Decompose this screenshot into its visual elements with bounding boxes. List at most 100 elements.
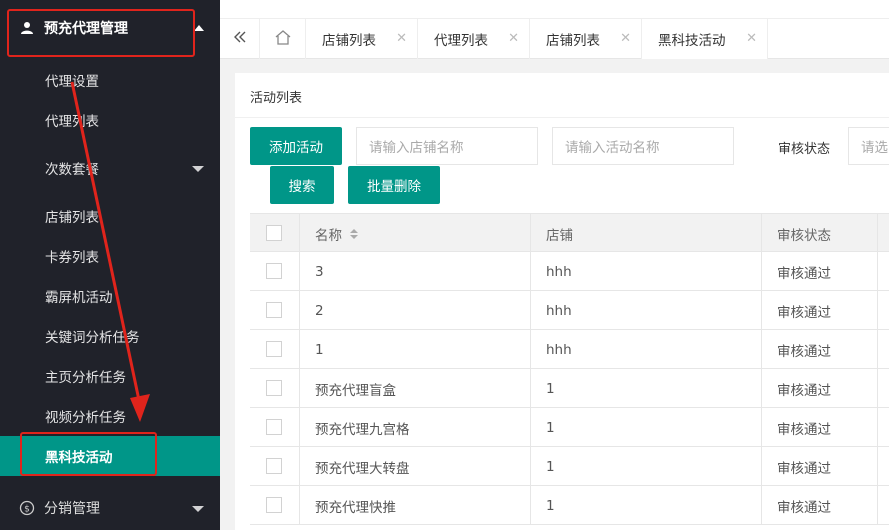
sidebar-item-label: 霸屏机活动 [45, 290, 113, 306]
tab-label: 代理列表 [434, 33, 488, 49]
tab-bar: 店铺列表 ✕ 代理列表 ✕ 店铺列表 ✕ 黑科技活动 ✕ [220, 18, 889, 59]
double-chevron-left-icon [233, 30, 247, 48]
sidebar-item-label: 次数套餐 [45, 162, 99, 178]
header-status: 审核状态 [777, 227, 831, 244]
sidebar-item-count-package[interactable]: 次数套餐 [0, 148, 220, 188]
row-select-cell [250, 291, 300, 330]
svg-text:$: $ [24, 505, 30, 515]
shop-name-input[interactable]: 请输入店铺名称 [356, 127, 538, 165]
table-row[interactable]: 预充代理快推 1 审核通过 [250, 486, 889, 525]
select-all-checkbox[interactable] [266, 225, 282, 241]
sidebar-item-agent-list[interactable]: 代理列表 [0, 100, 220, 140]
close-icon[interactable]: ✕ [620, 31, 631, 46]
header-shop: 店铺 [546, 227, 573, 244]
row-checkbox[interactable] [266, 419, 282, 435]
close-icon[interactable]: ✕ [396, 31, 407, 46]
sidebar-item-shop-list[interactable]: 店铺列表 [0, 196, 220, 236]
caret-down-icon [192, 166, 204, 172]
table-row[interactable]: 1 hhh 审核通过 [250, 330, 889, 369]
sidebar: 预充代理管理 代理设置 代理列表 次数套餐 店铺列表 卡券列表 霸屏机活动 关键… [0, 0, 220, 530]
tab-black-tech-activity[interactable]: 黑科技活动 ✕ [642, 19, 768, 59]
cell-name: 3 [315, 263, 324, 280]
cell-name: 预充代理九宫格 [315, 421, 410, 438]
cell-shop: 1 [546, 497, 555, 514]
divider [235, 117, 889, 118]
row-checkbox[interactable] [266, 380, 282, 396]
cell-status: 审核通过 [777, 460, 831, 477]
tab-agent-list[interactable]: 代理列表 ✕ [418, 19, 530, 59]
row-checkbox[interactable] [266, 458, 282, 474]
user-icon [18, 19, 36, 37]
row-select-cell [250, 447, 300, 486]
row-select-cell [250, 252, 300, 291]
tab-shop-list-2[interactable]: 店铺列表 ✕ [530, 19, 642, 59]
cell-name: 预充代理快推 [315, 499, 396, 516]
cell-status: 审核通过 [777, 421, 831, 438]
row-select-cell [250, 330, 300, 369]
sidebar-item-label: 视频分析任务 [45, 410, 126, 426]
close-icon[interactable]: ✕ [746, 31, 757, 46]
header-label: 名称 [315, 227, 342, 244]
sidebar-item-black-tech-activity[interactable]: 黑科技活动 [0, 436, 220, 476]
table-row[interactable]: 3 hhh 审核通过 [250, 252, 889, 291]
cell-status: 审核通过 [777, 382, 831, 399]
sort-icon[interactable] [350, 228, 358, 239]
sidebar-item-label: 代理列表 [45, 114, 99, 130]
close-icon[interactable]: ✕ [508, 31, 519, 46]
sidebar-group-label: 分销管理 [44, 501, 100, 517]
table-row[interactable]: 预充代理大转盘 1 审核通过 [250, 447, 889, 486]
select-all-cell [250, 214, 300, 253]
top-header [220, 0, 889, 18]
dollar-icon: $ [18, 499, 36, 517]
status-select[interactable]: 请选 [848, 127, 889, 165]
cell-shop: hhh [546, 341, 572, 358]
add-activity-button[interactable]: 添加活动 [250, 127, 342, 165]
sidebar-item-label: 关键词分析任务 [45, 330, 140, 346]
batch-delete-button[interactable]: 批量删除 [348, 166, 440, 204]
sidebar-item-homepage-task[interactable]: 主页分析任务 [0, 356, 220, 396]
activity-name-input[interactable]: 请输入活动名称 [552, 127, 734, 165]
sidebar-item-video-task[interactable]: 视频分析任务 [0, 396, 220, 436]
row-checkbox[interactable] [266, 341, 282, 357]
sidebar-group-label: 预充代理管理 [44, 21, 128, 37]
sidebar-item-label: 代理设置 [45, 74, 99, 90]
tab-label: 店铺列表 [546, 33, 600, 49]
row-checkbox[interactable] [266, 497, 282, 513]
tab-label: 黑科技活动 [658, 33, 726, 49]
cell-status: 审核通过 [777, 343, 831, 360]
caret-down-icon [192, 506, 204, 512]
sidebar-item-coupon-list[interactable]: 卡券列表 [0, 236, 220, 276]
table-row[interactable]: 预充代理盲盒 1 审核通过 [250, 369, 889, 408]
table-header-row: 名称 店铺 审核状态 [250, 213, 889, 253]
cell-shop: hhh [546, 302, 572, 319]
tab-home[interactable] [260, 19, 306, 59]
tab-label: 店铺列表 [322, 33, 376, 49]
sidebar-item-agent-settings[interactable]: 代理设置 [0, 60, 220, 100]
sidebar-group-prepaid-agent[interactable]: 预充代理管理 [0, 8, 220, 48]
sidebar-item-label: 主页分析任务 [45, 370, 126, 386]
cell-name: 预充代理盲盒 [315, 382, 396, 399]
header-name[interactable]: 名称 [315, 214, 358, 253]
cell-name: 1 [315, 341, 324, 358]
cell-shop: 1 [546, 419, 555, 436]
cell-status: 审核通过 [777, 265, 831, 282]
table-row[interactable]: 2 hhh 审核通过 [250, 291, 889, 330]
table-row[interactable]: 预充代理九宫格 1 审核通过 [250, 408, 889, 447]
search-button[interactable]: 搜索 [270, 166, 334, 204]
sidebar-item-label: 卡券列表 [45, 250, 99, 266]
tab-shop-list-1[interactable]: 店铺列表 ✕ [306, 19, 418, 59]
row-select-cell [250, 408, 300, 447]
status-filter-label: 审核状态 [778, 142, 831, 157]
row-select-cell [250, 369, 300, 408]
cell-status: 审核通过 [777, 304, 831, 321]
cell-shop: 1 [546, 458, 555, 475]
sidebar-item-label: 店铺列表 [45, 210, 99, 226]
row-checkbox[interactable] [266, 302, 282, 318]
row-checkbox[interactable] [266, 263, 282, 279]
caret-up-icon [194, 25, 204, 31]
tabs-collapse-button[interactable] [220, 19, 260, 59]
home-icon [274, 29, 292, 49]
sidebar-item-keyword-task[interactable]: 关键词分析任务 [0, 316, 220, 356]
sidebar-group-distribution[interactable]: $ 分销管理 [0, 488, 220, 528]
sidebar-item-screen-activity[interactable]: 霸屏机活动 [0, 276, 220, 316]
